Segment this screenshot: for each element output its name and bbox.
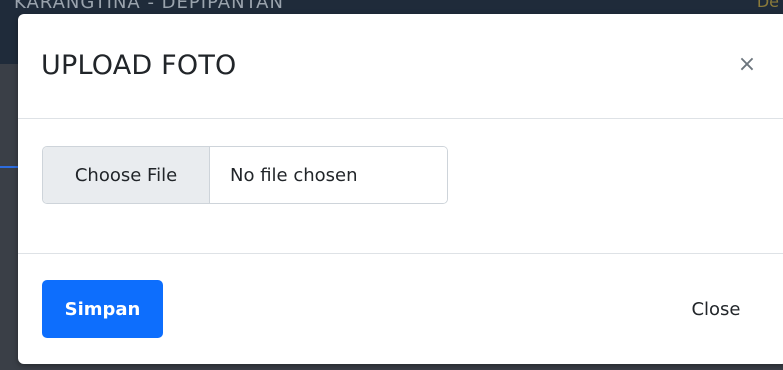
background-accent-line [0,166,18,168]
close-button[interactable]: Close [666,280,766,338]
background-header-right-text: De [756,0,779,11]
choose-file-button[interactable]: Choose File [43,147,210,203]
modal-body: Choose File No file chosen [18,119,783,254]
modal-title: UPLOAD FOTO [41,50,237,81]
upload-photo-modal: UPLOAD FOTO × Choose File No file chosen… [18,14,783,364]
file-input[interactable]: Choose File No file chosen [42,146,448,204]
background-header-title: KARANGTINA - DEPIPANTAN [14,0,284,13]
modal-footer: Simpan Close [18,254,783,364]
save-button[interactable]: Simpan [42,280,163,338]
modal-header: UPLOAD FOTO × [18,14,783,119]
close-icon[interactable]: × [736,54,758,76]
file-status-text: No file chosen [210,147,447,203]
